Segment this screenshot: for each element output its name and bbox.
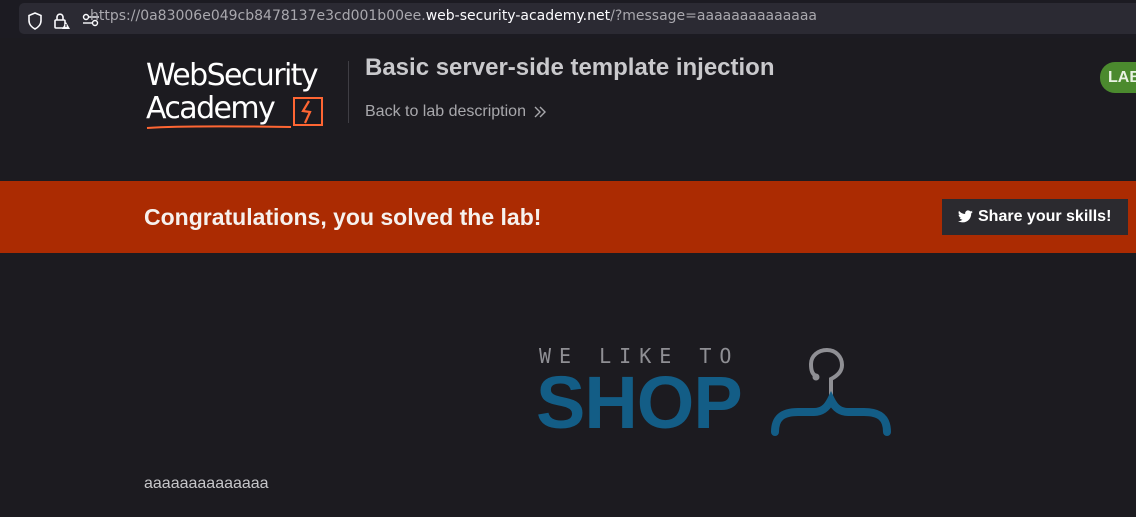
twitter-icon (958, 210, 973, 223)
hanger-icon (771, 347, 891, 436)
lightning-bolt-icon (293, 97, 323, 126)
message-output: aaaaaaaaaaaaaa (144, 475, 269, 492)
solved-message: Congratulations, you solved the lab! (144, 204, 542, 230)
lab-status-badge: LAB (1100, 62, 1136, 93)
double-chevron-right-icon[interactable] (533, 105, 547, 119)
lock-icon[interactable] (53, 12, 71, 30)
url-host: web-security-academy.net (425, 8, 611, 24)
shield-icon[interactable] (27, 12, 43, 30)
academy-logo[interactable]: WebSecurity Academy (146, 59, 346, 133)
logo-line-1: WebSecurity (146, 58, 319, 93)
header-divider (348, 61, 349, 123)
url-scheme: https:// (90, 8, 141, 24)
browser-toolbar: https://0a83006e049cb8478137e3cd001b00ee… (0, 0, 1136, 38)
url-text[interactable]: https://0a83006e049cb8478137e3cd001b00ee… (90, 7, 817, 25)
url-subdomain: 0a83006e049cb8478137e3cd001b00ee. (140, 8, 426, 24)
back-to-lab-description-link[interactable]: Back to lab description (365, 102, 526, 122)
url-path: /?message=aaaaaaaaaaaaaa (610, 8, 818, 24)
shop-logo: WE LIKE TO SHOP (536, 340, 896, 440)
lab-solved-banner: Congratulations, you solved the lab! Sha… (0, 181, 1136, 253)
share-skills-label: Share your skills! (978, 208, 1112, 225)
logo-line-2: Academy (146, 91, 276, 126)
share-skills-button[interactable]: Share your skills! (942, 199, 1128, 235)
logo-underline (146, 125, 292, 129)
lab-header: WebSecurity Academy Basic server-side te… (0, 38, 1136, 181)
shop-wordmark: SHOP (536, 361, 743, 444)
lab-title: Basic server-side template injection (365, 54, 775, 81)
